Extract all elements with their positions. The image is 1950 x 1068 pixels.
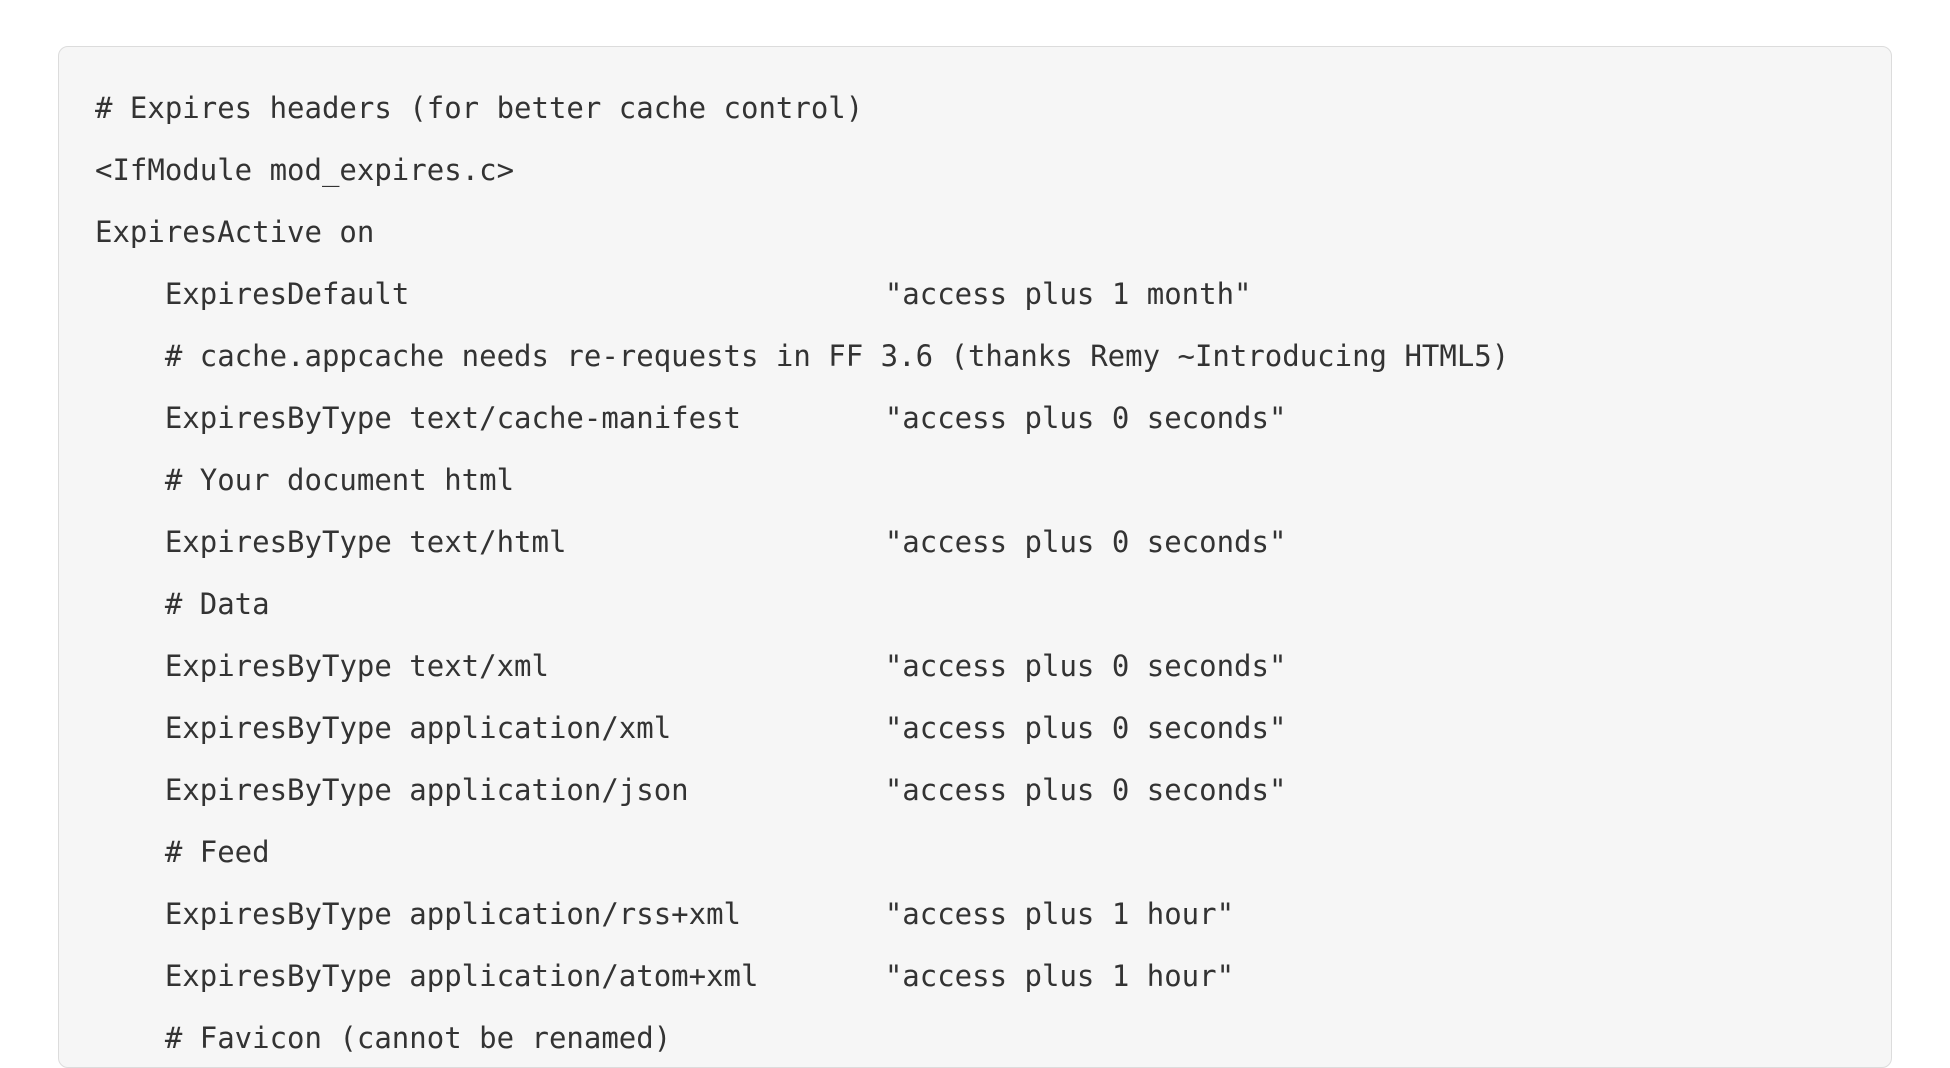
- code-line-value: "access plus 1 hour": [885, 959, 1234, 993]
- code-line: # cache.appcache needs re-requests in FF…: [95, 325, 1855, 387]
- code-line-key: ExpiresByType application/json: [165, 759, 885, 821]
- code-line: ExpiresActive on: [95, 201, 1855, 263]
- code-line-value: "access plus 0 seconds": [885, 649, 1287, 683]
- code-line: ExpiresByType application/xml"access plu…: [95, 697, 1855, 759]
- code-line: # Your document html: [95, 449, 1855, 511]
- code-line-key: ExpiresByType application/atom+xml: [165, 945, 885, 1007]
- code-line: ExpiresDefault"access plus 1 month": [95, 263, 1855, 325]
- page: # Expires headers (for better cache cont…: [0, 0, 1950, 1068]
- code-line-key: ExpiresByType application/rss+xml: [165, 883, 885, 945]
- code-line: # Favicon (cannot be renamed): [95, 1007, 1855, 1068]
- code-line: <IfModule mod_expires.c>: [95, 139, 1855, 201]
- code-line: ExpiresByType text/cache-manifest"access…: [95, 387, 1855, 449]
- code-line-key: ExpiresDefault: [165, 263, 885, 325]
- code-line-key: ExpiresByType text/cache-manifest: [165, 387, 885, 449]
- code-line: ExpiresByType application/json"access pl…: [95, 759, 1855, 821]
- code-line-key: ExpiresByType text/html: [165, 511, 885, 573]
- code-line-value: "access plus 0 seconds": [885, 525, 1287, 559]
- code-line: ExpiresByType text/html"access plus 0 se…: [95, 511, 1855, 573]
- code-line: # Expires headers (for better cache cont…: [95, 77, 1855, 139]
- code-line-value: "access plus 0 seconds": [885, 773, 1287, 807]
- code-line: ExpiresByType text/xml"access plus 0 sec…: [95, 635, 1855, 697]
- code-line-value: "access plus 1 hour": [885, 897, 1234, 931]
- code-line: ExpiresByType application/rss+xml"access…: [95, 883, 1855, 945]
- code-line-key: ExpiresByType application/xml: [165, 697, 885, 759]
- code-line: # Data: [95, 573, 1855, 635]
- code-line-key: ExpiresByType text/xml: [165, 635, 885, 697]
- code-line-value: "access plus 1 month": [885, 277, 1252, 311]
- code-line: # Feed: [95, 821, 1855, 883]
- code-line-value: "access plus 0 seconds": [885, 401, 1287, 435]
- code-line: ExpiresByType application/atom+xml"acces…: [95, 945, 1855, 1007]
- code-block: # Expires headers (for better cache cont…: [58, 46, 1892, 1068]
- code-line-value: "access plus 0 seconds": [885, 711, 1287, 745]
